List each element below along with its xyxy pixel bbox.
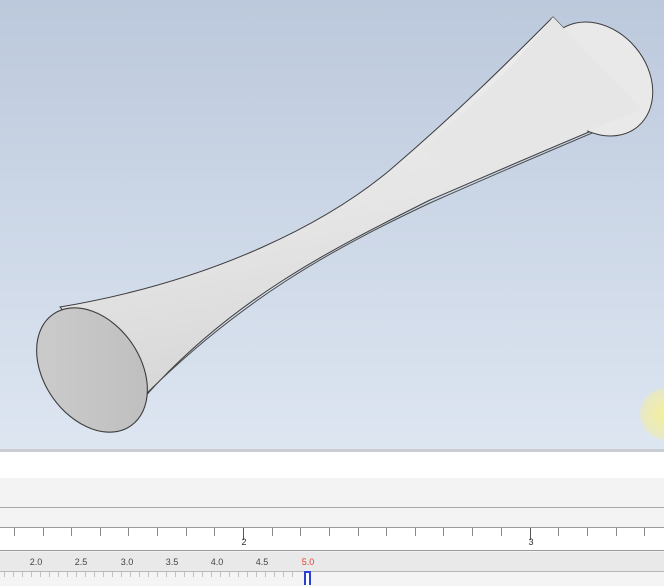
ruler-tick [587,528,588,536]
status-strip [0,452,664,478]
track-tick [94,572,95,577]
track-tick [166,572,167,577]
ruler-tick [157,528,158,536]
ruler-tick [386,528,387,536]
surface-seam-line [141,111,643,399]
track-tick [139,572,140,577]
track-tick [211,572,212,577]
ruler-tick [186,528,187,536]
track-tick [256,572,257,577]
ruler-tick [644,528,645,536]
track-tick [283,572,284,577]
track-tick [157,572,158,577]
frame-label: 4.5 [255,557,269,567]
ruler-tick [100,528,101,536]
ruler-tick [71,528,72,536]
ruler-tick [558,528,559,536]
track-tick [85,572,86,577]
ruler-tick [358,528,359,536]
track-tick [22,572,23,577]
ruler-tick [616,528,617,536]
track-tick [274,572,275,577]
track-tick [4,572,5,577]
frame-label: 2.5 [74,557,88,567]
ruler-tick [43,528,44,536]
track-tick [121,572,122,577]
track-tick [148,572,149,577]
track-tick [247,572,248,577]
track-tick [103,572,104,577]
ruler-label: 3 [528,537,534,547]
ruler-tick [472,528,473,536]
ruler-tick [329,528,330,536]
3d-viewport[interactable] [0,0,664,452]
timeline-divider [0,507,664,508]
timeline-track[interactable] [0,571,664,586]
timeline-ruler-seconds[interactable]: 2 3 [0,527,664,551]
track-tick [76,572,77,577]
track-tick [265,572,266,577]
track-tick [40,572,41,577]
model-canvas[interactable] [0,0,664,452]
ruler-tick [415,528,416,536]
track-tick [130,572,131,577]
track-tick [49,572,50,577]
ruler-tick [14,528,15,536]
track-tick [175,572,176,577]
frame-label: 3.0 [120,557,134,567]
playhead-marker[interactable] [304,571,311,585]
track-tick [67,572,68,577]
frame-label: 3.5 [165,557,179,567]
ruler-tick [272,528,273,536]
track-tick [31,572,32,577]
track-tick [229,572,230,577]
track-tick [220,572,221,577]
ruler-label: 2 [241,537,247,547]
track-tick [184,572,185,577]
ruler-tick [214,528,215,536]
track-tick [292,572,293,577]
frame-label: 4.0 [210,557,224,567]
track-tick [238,572,239,577]
track-tick [193,572,194,577]
track-tick [112,572,113,577]
track-tick [202,572,203,577]
ruler-tick [501,528,502,536]
frame-label: 2.0 [29,557,43,567]
ruler-tick [300,528,301,536]
ruler-tick [443,528,444,536]
track-tick [58,572,59,577]
current-time-label: 5.0 [301,557,315,567]
track-tick [13,572,14,577]
ruler-tick [128,528,129,536]
